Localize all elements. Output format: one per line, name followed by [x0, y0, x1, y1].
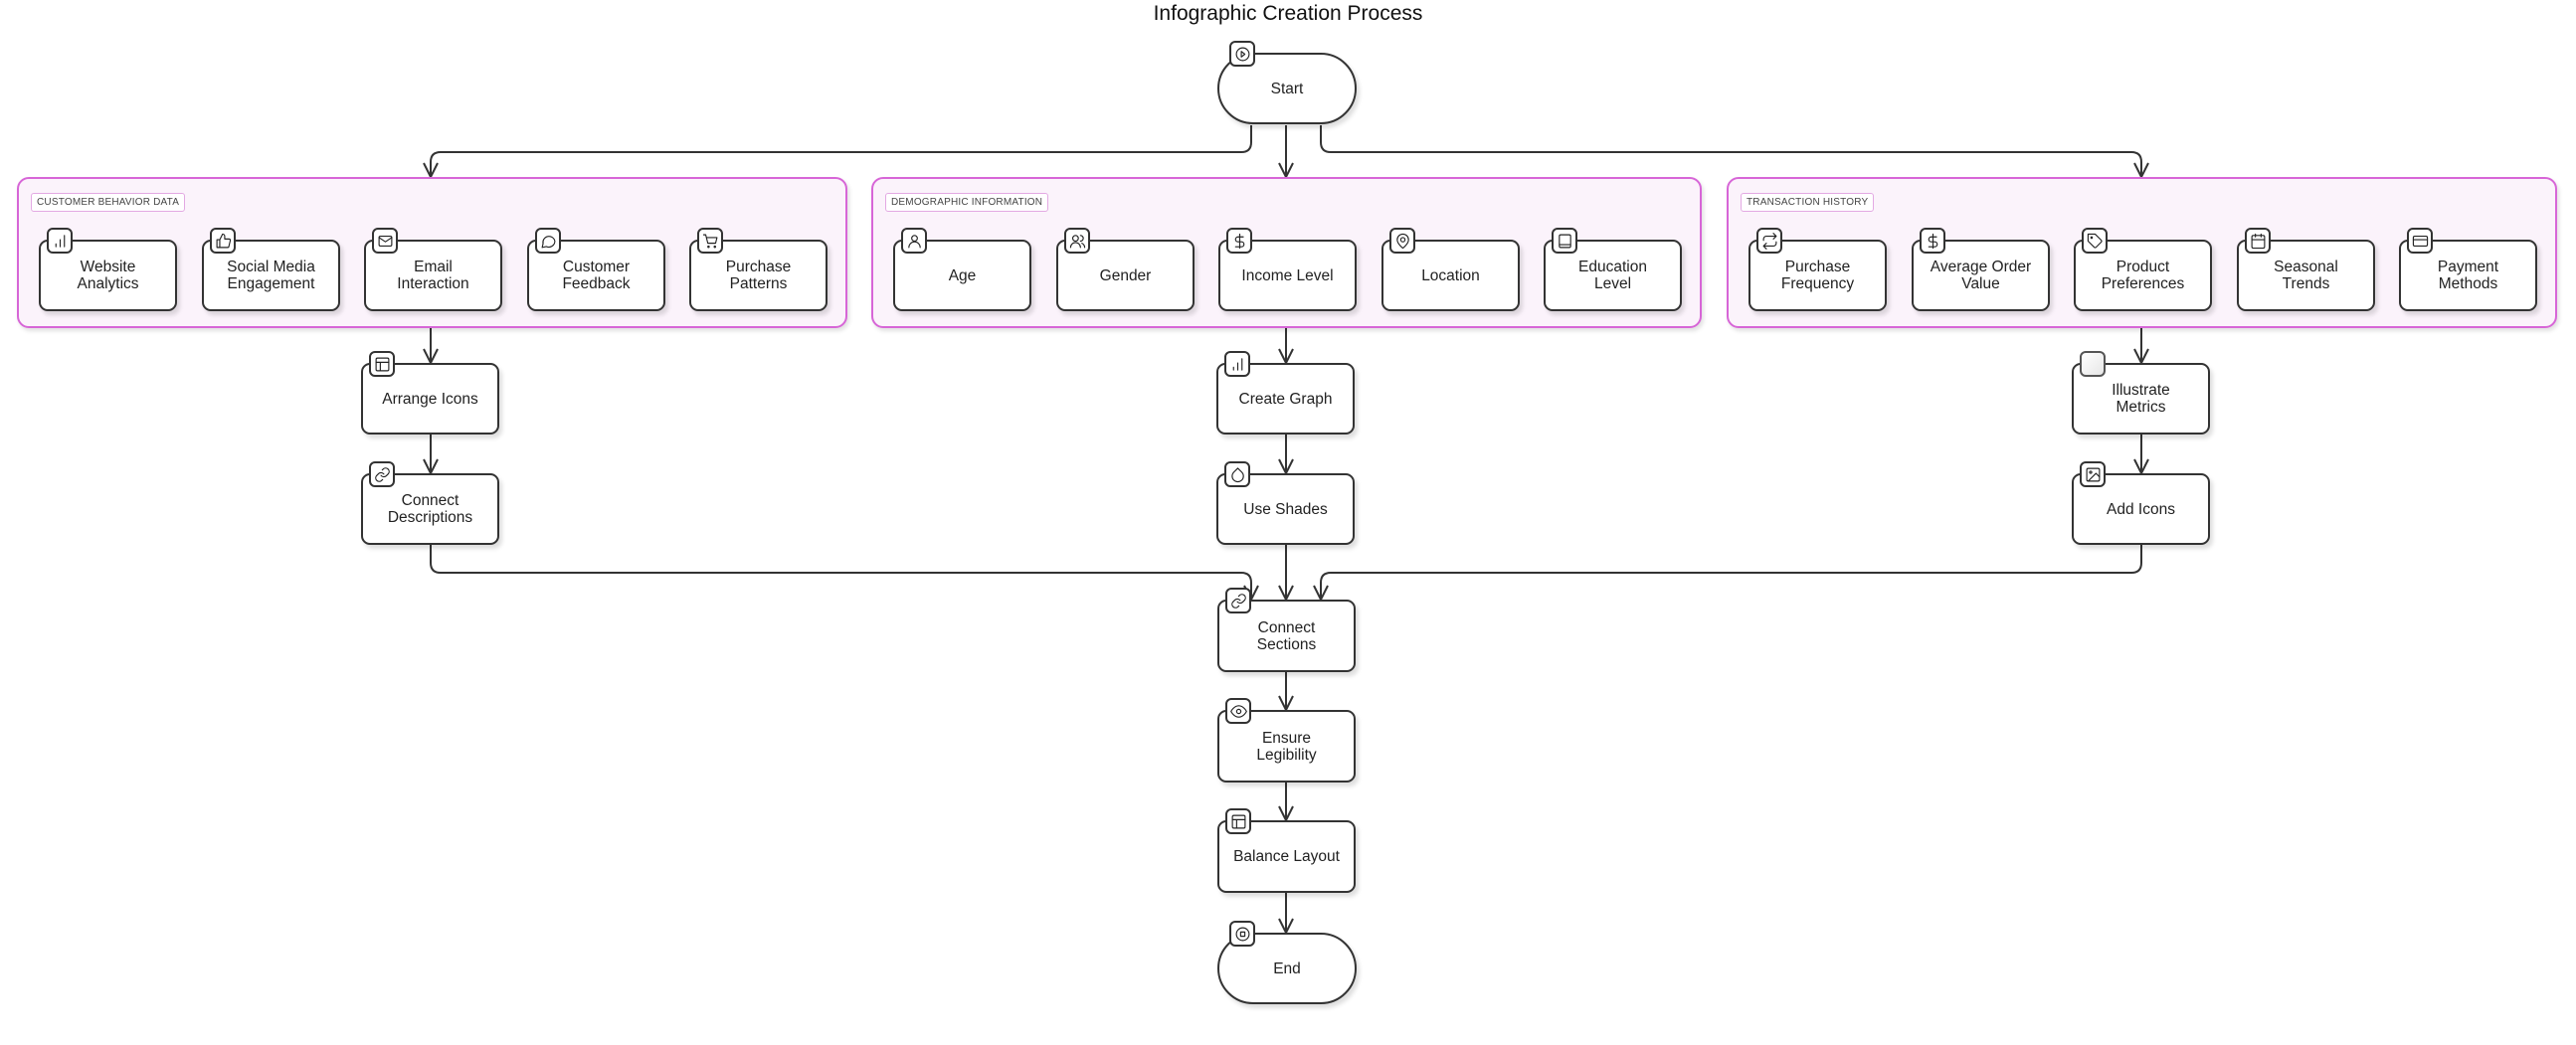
node-income-level[interactable]: Income Level: [1218, 228, 1357, 311]
node-label: Product Preferences: [2101, 259, 2185, 292]
node-label: Connect Sections: [1256, 618, 1317, 653]
node-start[interactable]: Start: [1217, 41, 1357, 124]
node-create-graph[interactable]: Create Graph: [1216, 351, 1355, 435]
book-icon: [1552, 228, 1577, 254]
node-balance-layout[interactable]: Balance Layout: [1217, 808, 1356, 893]
mail-icon: [372, 228, 398, 254]
node-use-shades[interactable]: Use Shades: [1216, 461, 1355, 545]
node-payment-methods[interactable]: Payment Methods: [2399, 228, 2537, 311]
node-age[interactable]: Age: [893, 228, 1031, 311]
node-label: Start: [1270, 80, 1304, 97]
node-purchase-frequency[interactable]: Purchase Frequency: [1748, 228, 1887, 311]
node-label: Customer Feedback: [562, 259, 631, 292]
droplet-icon: [1224, 461, 1250, 487]
node-label: Education Level: [1578, 259, 1647, 292]
node-location[interactable]: Location: [1381, 228, 1520, 311]
node-add-icons[interactable]: Add Icons: [2072, 461, 2210, 545]
node-label: Create Graph: [1238, 390, 1333, 408]
node-label: Social Media Engagement: [227, 259, 315, 292]
dollar-icon: [1226, 228, 1252, 254]
group-label: CUSTOMER BEHAVIOR DATA: [31, 193, 186, 212]
node-label: Seasonal Trends: [2274, 259, 2338, 292]
group-customer-behavior-data: CUSTOMER BEHAVIOR DATA Website Analytics S…: [17, 177, 847, 328]
node-label: Purchase Patterns: [725, 259, 792, 292]
node-email-interaction[interactable]: Email Interaction: [364, 228, 502, 311]
node-illustrate-metrics[interactable]: Illustrate Metrics: [2072, 351, 2210, 435]
node-education-level[interactable]: Education Level: [1544, 228, 1682, 311]
group-label: TRANSACTION HISTORY: [1741, 193, 1875, 212]
connector-line: [1320, 125, 2142, 177]
bar-chart-icon: [47, 228, 73, 254]
group-demographic-information: DEMOGRAPHIC INFORMATION Age Gender Income L…: [871, 177, 1702, 328]
message-circle-icon: [535, 228, 561, 254]
eye-icon: [1225, 698, 1251, 724]
node-arrange-icons[interactable]: Arrange Icons: [361, 351, 499, 435]
node-label: Purchase Frequency: [1780, 259, 1855, 292]
node-label: Payment Methods: [2437, 259, 2499, 292]
layout-icon: [1225, 808, 1251, 834]
node-connect-descriptions[interactable]: Connect Descriptions: [361, 461, 499, 545]
group-transaction-history: TRANSACTION HISTORY Purchase Frequency Ave…: [1727, 177, 2557, 328]
node-ensure-legibility[interactable]: Ensure Legibility: [1217, 698, 1356, 783]
node-label: Balance Layout: [1233, 848, 1340, 865]
node-gender[interactable]: Gender: [1056, 228, 1195, 311]
node-label: Average Order Value: [1930, 259, 2032, 292]
bar-chart-icon: [1224, 351, 1250, 377]
image-icon: [2080, 461, 2106, 487]
node-seasonal-trends[interactable]: Seasonal Trends: [2237, 228, 2375, 311]
dollar-icon: [1920, 228, 1945, 254]
node-website-analytics[interactable]: Website Analytics: [39, 228, 177, 311]
user-icon: [901, 228, 927, 254]
play-icon: [1229, 41, 1255, 67]
shopping-cart-icon: [697, 228, 723, 254]
node-label: Add Icons: [2107, 500, 2175, 518]
connector-line: [1320, 545, 2142, 600]
layout-icon: [369, 351, 395, 377]
node-label: Use Shades: [1243, 500, 1328, 518]
node-label: Ensure Legibility: [1256, 729, 1317, 764]
connector-line: [430, 545, 1252, 600]
node-label: Illustrate Metrics: [2112, 382, 2170, 416]
node-social-media-engagement[interactable]: Social Media Engagement: [202, 228, 340, 311]
node-label: End: [1273, 959, 1301, 977]
blank-icon: [2080, 351, 2106, 377]
node-label: Income Level: [1241, 266, 1334, 284]
connector-line: [430, 125, 1252, 177]
calendar-icon: [2245, 228, 2271, 254]
node-end[interactable]: End: [1217, 921, 1357, 1004]
node-purchase-patterns[interactable]: Purchase Patterns: [689, 228, 828, 311]
node-label: Age: [948, 266, 977, 284]
stop-icon: [1229, 921, 1255, 947]
map-pin-icon: [1389, 228, 1415, 254]
repeat-icon: [1756, 228, 1782, 254]
node-label: Location: [1421, 266, 1480, 284]
node-product-preferences[interactable]: Product Preferences: [2074, 228, 2212, 311]
group-label: DEMOGRAPHIC INFORMATION: [885, 193, 1049, 212]
tag-icon: [2082, 228, 2108, 254]
thumbs-up-icon: [210, 228, 236, 254]
node-average-order-value[interactable]: Average Order Value: [1912, 228, 2050, 311]
node-customer-feedback[interactable]: Customer Feedback: [527, 228, 665, 311]
node-connect-sections[interactable]: Connect Sections: [1217, 588, 1356, 672]
link-icon: [1225, 588, 1251, 613]
node-label: Email Interaction: [397, 259, 469, 292]
node-label: Arrange Icons: [382, 390, 478, 408]
node-label: Gender: [1099, 266, 1152, 284]
node-label: Connect Descriptions: [387, 492, 473, 526]
link-icon: [369, 461, 395, 487]
users-icon: [1064, 228, 1090, 254]
credit-card-icon: [2407, 228, 2433, 254]
node-label: Website Analytics: [77, 259, 139, 292]
